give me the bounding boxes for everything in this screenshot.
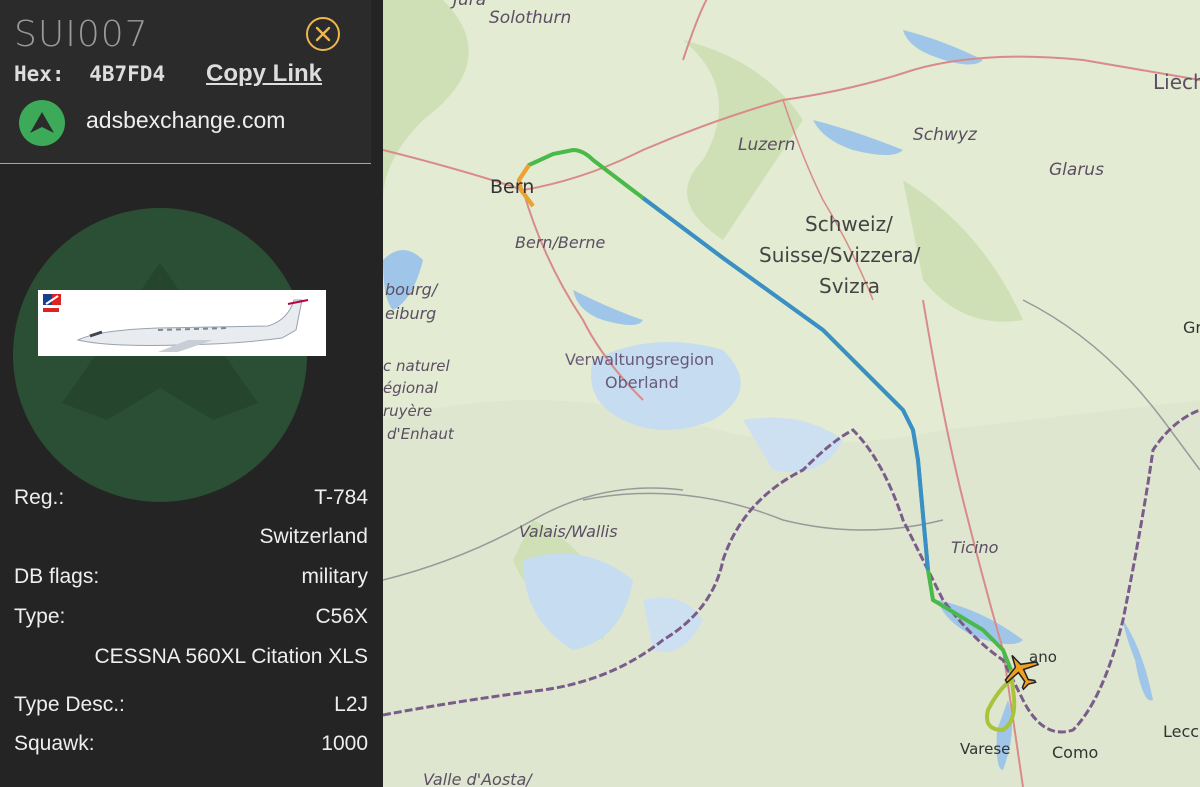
map-label: Verwaltungsregion — [565, 350, 715, 369]
copy-link[interactable]: Copy Link — [206, 60, 322, 88]
map-label: bourg/ — [385, 280, 438, 299]
map-label: Lecco — [1163, 722, 1200, 741]
adsbexchange-logo-icon — [19, 100, 65, 146]
map-label: Gr — [1183, 318, 1200, 337]
map-label: Suisse/Svizzera/ — [759, 243, 921, 267]
map-label: Oberland — [605, 373, 679, 392]
map-label: Valais/Wallis — [519, 522, 618, 541]
map-label: Schwyz — [913, 125, 977, 145]
map-label: Valle d'Aosta/ — [423, 770, 532, 787]
map-label: Como — [1052, 743, 1099, 762]
map-label: Solothurn — [489, 8, 572, 28]
map-label: ruyère — [383, 402, 433, 420]
panel-header: SUI007 Hex: 4B7FD4 Copy Link adsbexchang… — [0, 0, 371, 164]
map-label: Luzern — [738, 135, 796, 155]
hex-value: 4B7FD4 — [89, 62, 166, 86]
map-label: Liech — [1153, 70, 1200, 94]
map-label: Svizra — [819, 274, 881, 298]
aircraft-marker-icon[interactable] — [1001, 651, 1041, 691]
map-label: Ticino — [951, 538, 999, 557]
map-background — [383, 0, 1200, 787]
hex-label: Hex: — [14, 62, 65, 86]
source-link[interactable]: adsbexchange.com — [86, 107, 285, 134]
map-label: égional — [383, 379, 438, 397]
callsign: SUI007 — [14, 14, 149, 55]
close-button[interactable] — [306, 17, 340, 51]
aircraft-info-panel: SUI007 Hex: 4B7FD4 Copy Link adsbexchang… — [0, 0, 383, 787]
map-label: Varese — [960, 740, 1011, 758]
map-label: c naturel — [383, 357, 450, 375]
hex-row: Hex: 4B7FD4 — [14, 62, 165, 86]
aircraft-photo[interactable] — [38, 290, 326, 356]
map-label: d'Enhaut — [387, 425, 454, 443]
close-icon — [315, 26, 331, 42]
map-label: eiburg — [385, 304, 437, 323]
map-label: Glarus — [1049, 160, 1104, 180]
map-label: Bern — [490, 176, 535, 198]
map-label: Schweiz/ — [805, 212, 893, 236]
map-label: Jura — [453, 0, 487, 10]
map-view[interactable]: Jura Solothurn Liech Luzern Schwyz Glaru… — [383, 0, 1200, 787]
map-label: Bern/Berne — [515, 233, 606, 252]
